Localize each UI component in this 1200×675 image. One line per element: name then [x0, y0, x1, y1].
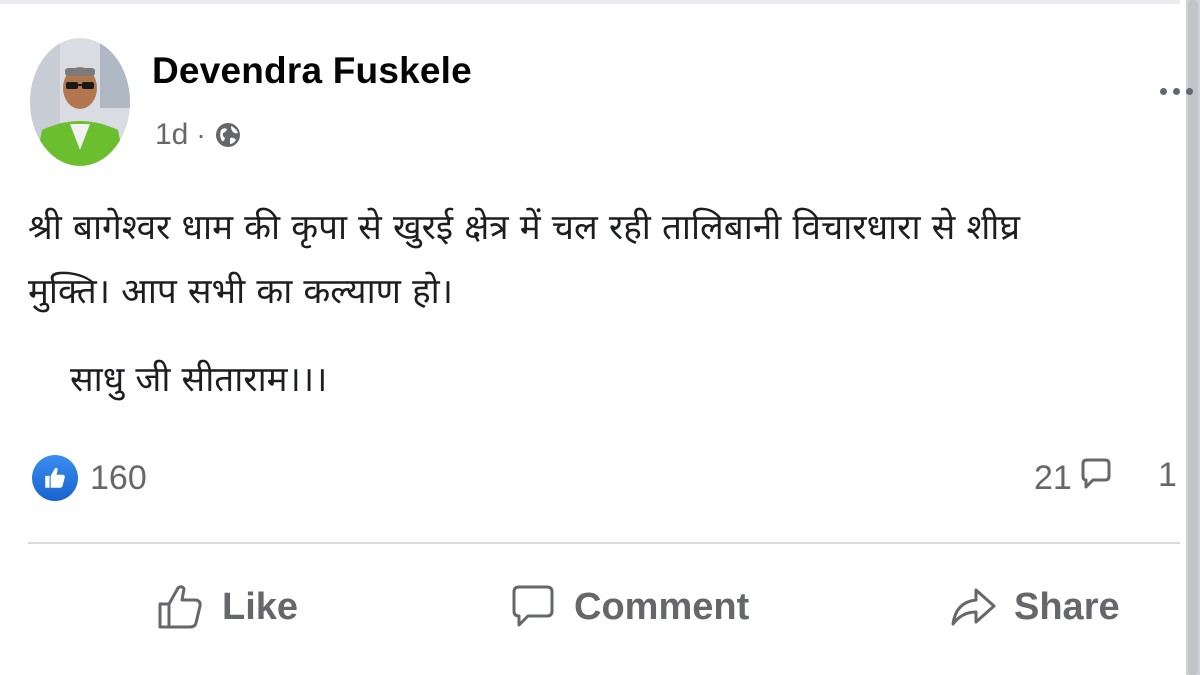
scrollbar[interactable]: [1186, 0, 1200, 675]
avatar[interactable]: [30, 38, 130, 166]
thumbs-up-icon: [156, 582, 206, 632]
post-meta: 1d ·: [155, 118, 242, 152]
post-text-line-1: श्री बागेश्वर धाम की कृपा से खुरई क्षेत्…: [28, 208, 1021, 248]
comments-count-number: 21: [1034, 459, 1072, 497]
comment-label: Comment: [574, 585, 750, 628]
share-label: Share: [1014, 585, 1120, 628]
like-reaction-icon: [32, 455, 78, 501]
divider: [28, 542, 1180, 544]
post-text-line-2: मुक्ति। आप सभी का कल्याण हो।: [28, 272, 453, 312]
timestamp[interactable]: 1d: [155, 118, 188, 152]
facebook-post: Devendra Fuskele 1d · श्री बागेश्वर धाम …: [0, 0, 1200, 675]
shares-count[interactable]: 1: [1158, 456, 1177, 495]
meta-separator: ·: [196, 119, 206, 150]
more-options-icon[interactable]: [1160, 88, 1193, 95]
author-name[interactable]: Devendra Fuskele: [152, 50, 472, 92]
post-signature: साधु जी सीताराम।।।: [70, 360, 328, 400]
share-button[interactable]: Share: [948, 582, 1120, 632]
reactions-summary[interactable]: 160: [32, 455, 147, 501]
reaction-count: 160: [90, 458, 147, 497]
comments-count[interactable]: 21: [1034, 456, 1114, 501]
share-arrow-icon: [948, 582, 998, 632]
comment-bubble-icon: [1078, 456, 1114, 501]
like-button[interactable]: Like: [156, 582, 298, 632]
scrollbar-thumb[interactable]: [1188, 0, 1198, 675]
globe-icon[interactable]: [214, 121, 242, 149]
post-text: श्री बागेश्वर धाम की कृपा से खुरई क्षेत्…: [28, 196, 1168, 412]
like-label: Like: [222, 585, 299, 628]
top-border: [0, 0, 1180, 4]
comment-icon: [508, 582, 558, 632]
comment-button[interactable]: Comment: [508, 582, 749, 632]
